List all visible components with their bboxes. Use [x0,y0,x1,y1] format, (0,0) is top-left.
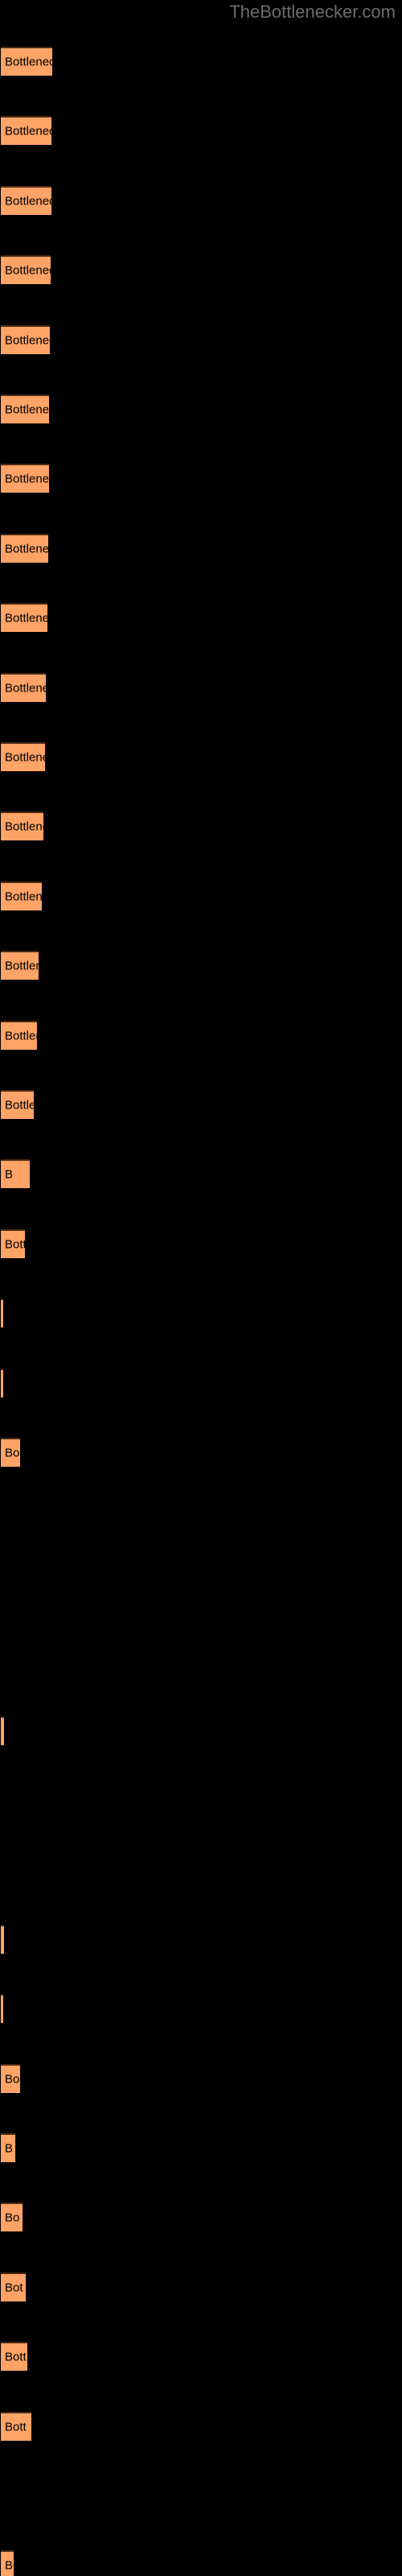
chart-bar: Bottlen [1,1090,34,1119]
bar-label: Bott [5,2350,27,2364]
bar-row: Bottleneck r [0,951,402,980]
chart-bar: Bott [1,2411,31,2441]
chart-bar: Bottleneck res [1,394,49,423]
bar-label: B [5,2141,14,2156]
bar-row [0,1785,402,1814]
bar-row: Bottleneck res [0,672,402,702]
bar-label: B [5,1167,14,1182]
bar-row: Bottleneck re [0,811,402,841]
bar-row [0,1924,402,1954]
bar-row: Bottleneck re [0,742,402,771]
bar-row [0,1298,402,1328]
bar-row: Bottleneck resu [0,464,402,493]
chart-bar: Bottleneck res [1,603,47,633]
chart-bar: Bottleneck resu [1,324,50,354]
bar-row: B [0,2550,402,2576]
bar-row: Bottleneck [0,1020,402,1050]
chart-bar: B [1,1159,30,1189]
bar-label: Bot [5,2281,23,2295]
bar-row: Bo [0,1438,402,1467]
chart-bar: Bottleneck resu [1,185,51,215]
bar-label: Bottleneck [5,1029,37,1043]
bar-label: Bottleneck res [5,681,46,696]
bar-row: Bottleneck res [0,603,402,633]
chart-bar: Bottleneck resu [1,116,51,146]
bar-label: Bottlen [5,1098,34,1113]
chart-bar: B [1,2133,15,2162]
site-watermark: TheBottlenecker.com [229,2,396,22]
bar-row [0,2481,402,2510]
chart-bar: Bottleneck resu [1,464,49,493]
bar-label: Bottleneck resu [5,472,49,486]
chart-bar: Bo [1,1438,20,1467]
chart-bar: Bott [1,2342,27,2372]
bar-row [0,1577,402,1606]
bar-row: Bottleneck resu [0,116,402,146]
bar-row [0,1715,402,1745]
chart-bar: Bot [1,2272,26,2301]
bar-row: Bottleneck res [0,394,402,423]
bar-label: Bottleneck resu [5,542,48,556]
bottleneck-bar-chart: TheBottlenecker.com Bottleneck resu Bottl… [0,0,402,2576]
chart-bar: Bottleneck re [1,811,43,841]
chart-bar [1,1298,3,1328]
bar-label: Bottleneck r [5,890,42,904]
chart-bar: Bottleneck r [1,881,42,910]
bar-row [0,1507,402,1536]
chart-bar: Bo [1,2202,23,2232]
bar-label: Bottle [5,1237,25,1252]
chart-bar: Bottleneck resu [1,47,52,76]
bar-row: Bottleneck resu [0,255,402,285]
bar-row: Bottleneck resu [0,533,402,563]
bar-label: B [5,2558,14,2573]
bar-row: B [0,1159,402,1189]
bar-row: Bot [0,2272,402,2301]
bar-row: Bott [0,2411,402,2441]
bar-row: Bott [0,2342,402,2372]
chart-bar: Bottleneck re [1,742,45,771]
bar-row: Bo [0,2202,402,2232]
bar-row: B [0,2133,402,2162]
chart-bar: Bottleneck r [1,951,39,980]
chart-bar [1,1924,4,1954]
bar-row [0,1994,402,2024]
bar-row [0,1855,402,1884]
bar-label: Bottleneck r [5,959,39,973]
chart-bar: Bottleneck [1,1020,37,1050]
bar-label: Bottleneck re [5,819,43,834]
bar-label: Bo [5,2211,20,2225]
bar-row: Bottleneck resu [0,47,402,76]
bar-label: Bottleneck resu [5,333,50,348]
bar-row: Bottleneck resu [0,185,402,215]
bar-label: Bottleneck resu [5,55,52,69]
bar-row: Bottleneck resu [0,324,402,354]
bar-label: Bott [5,2420,27,2434]
bar-row: Bottleneck r [0,881,402,910]
bar-row: Bottlen [0,1090,402,1119]
bar-label: Bottleneck resu [5,124,51,138]
chart-bar: Bottleneck res [1,672,46,702]
bar-label: Bottleneck resu [5,194,51,208]
bar-row: Bottle [0,1228,402,1258]
chart-bar: Bo [1,2063,20,2093]
bar-label: Bottleneck res [5,402,49,417]
bar-label: Bottleneck re [5,750,45,765]
bar-row [0,1368,402,1397]
bar-row [0,1646,402,1675]
chart-bar [1,1994,3,2024]
bar-label: Bottleneck res [5,611,47,625]
bar-label: Bottleneck resu [5,263,51,278]
chart-bar: B [1,2550,14,2576]
chart-bar [1,1368,3,1397]
chart-bar: Bottle [1,1228,25,1258]
chart-bar: Bottleneck resu [1,255,51,285]
chart-bar [1,1715,4,1745]
chart-bar: Bottleneck resu [1,533,48,563]
bar-label: Bo [5,1446,20,1460]
bar-row: Bo [0,2063,402,2093]
bar-label: Bo [5,2072,20,2087]
